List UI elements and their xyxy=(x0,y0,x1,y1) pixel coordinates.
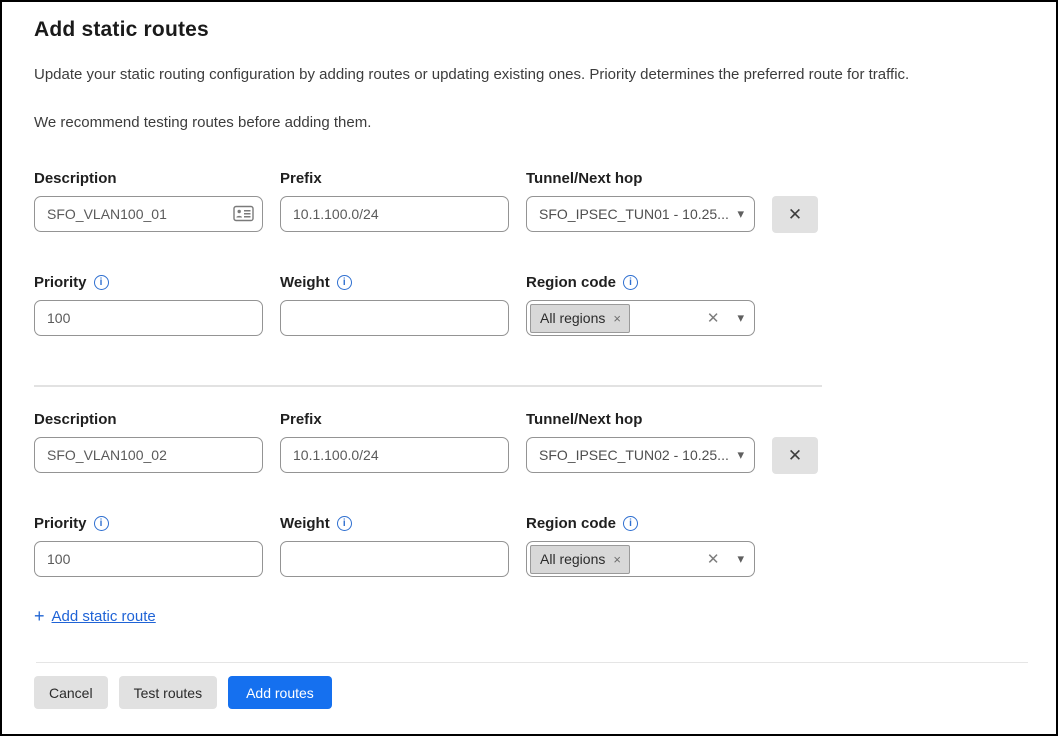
chevron-down-icon: ▾ xyxy=(737,551,744,567)
description-label: Description xyxy=(34,170,117,187)
region-label: Region code xyxy=(526,274,616,291)
remove-route-button[interactable]: ✕ xyxy=(772,437,818,474)
region-label: Region code xyxy=(526,515,616,532)
contact-card-icon xyxy=(233,205,254,222)
intro-text: Update your static routing configuration… xyxy=(34,66,1024,83)
description-input[interactable] xyxy=(34,196,263,232)
clear-selection-icon[interactable]: ✕ xyxy=(707,309,720,327)
description-field-1: Description xyxy=(34,169,263,232)
route-block-1: Description Prefix xyxy=(34,169,1024,336)
priority-input[interactable] xyxy=(34,541,263,577)
page-title: Add static routes xyxy=(34,18,1024,42)
weight-label: Weight xyxy=(280,515,330,532)
region-tag-label: All regions xyxy=(540,310,605,326)
priority-label: Priority xyxy=(34,274,87,291)
plus-icon: + xyxy=(34,607,45,625)
remove-tag-icon[interactable]: × xyxy=(613,552,621,567)
route-block-2: Description Prefix Tunnel/Next hop SFO_I… xyxy=(34,410,1024,577)
tunnel-label: Tunnel/Next hop xyxy=(526,411,642,428)
prefix-input[interactable] xyxy=(280,437,509,473)
tunnel-field-2: Tunnel/Next hop SFO_IPSEC_TUN02 - 10.25.… xyxy=(526,410,755,473)
region-multiselect[interactable]: All regions × ✕ ▾ xyxy=(526,300,755,336)
tunnel-select[interactable]: SFO_IPSEC_TUN02 - 10.25... ▾ xyxy=(526,437,755,473)
chevron-down-icon: ▾ xyxy=(737,447,744,463)
tunnel-label: Tunnel/Next hop xyxy=(526,170,642,187)
prefix-label: Prefix xyxy=(280,170,322,187)
priority-label: Priority xyxy=(34,515,87,532)
info-icon[interactable]: i xyxy=(337,275,352,290)
region-tag-label: All regions xyxy=(540,551,605,567)
region-tag: All regions × xyxy=(530,304,630,333)
footer-divider xyxy=(36,662,1028,663)
prefix-field-1: Prefix xyxy=(280,169,509,232)
priority-field-1: Priority i xyxy=(34,273,263,336)
weight-label: Weight xyxy=(280,274,330,291)
add-static-route-link[interactable]: + Add static route xyxy=(34,607,156,625)
recommendation-text: We recommend testing routes before addin… xyxy=(34,114,1024,131)
info-icon[interactable]: i xyxy=(623,516,638,531)
prefix-field-2: Prefix xyxy=(280,410,509,473)
region-tag: All regions × xyxy=(530,545,630,574)
prefix-input[interactable] xyxy=(280,196,509,232)
info-icon[interactable]: i xyxy=(94,516,109,531)
weight-input[interactable] xyxy=(280,300,509,336)
region-field-2: Region code i All regions × ✕ ▾ xyxy=(526,514,755,577)
chevron-down-icon: ▾ xyxy=(737,310,744,326)
weight-field-1: Weight i xyxy=(280,273,509,336)
info-icon[interactable]: i xyxy=(623,275,638,290)
region-field-1: Region code i All regions × ✕ ▾ xyxy=(526,273,755,336)
info-icon[interactable]: i xyxy=(337,516,352,531)
chevron-down-icon: ▾ xyxy=(737,206,744,222)
add-routes-button[interactable]: Add routes xyxy=(228,676,332,709)
route-divider xyxy=(34,385,822,387)
priority-field-2: Priority i xyxy=(34,514,263,577)
tunnel-field-1: Tunnel/Next hop SFO_IPSEC_TUN01 - 10.25.… xyxy=(526,169,755,232)
close-icon: ✕ xyxy=(788,446,802,466)
weight-field-2: Weight i xyxy=(280,514,509,577)
add-static-route-label: Add static route xyxy=(52,608,156,625)
cancel-button[interactable]: Cancel xyxy=(34,676,108,709)
region-multiselect[interactable]: All regions × ✕ ▾ xyxy=(526,541,755,577)
add-static-routes-dialog: Add static routes Update your static rou… xyxy=(2,2,1056,709)
info-icon[interactable]: i xyxy=(94,275,109,290)
description-field-2: Description xyxy=(34,410,263,473)
description-label: Description xyxy=(34,411,117,428)
priority-input[interactable] xyxy=(34,300,263,336)
clear-selection-icon[interactable]: ✕ xyxy=(707,550,720,568)
close-icon: ✕ xyxy=(788,205,802,225)
dialog-footer: Cancel Test routes Add routes xyxy=(34,662,1024,709)
test-routes-button[interactable]: Test routes xyxy=(119,676,217,709)
weight-input[interactable] xyxy=(280,541,509,577)
tunnel-select[interactable]: SFO_IPSEC_TUN01 - 10.25... ▾ xyxy=(526,196,755,232)
prefix-label: Prefix xyxy=(280,411,322,428)
tunnel-selected-value: SFO_IPSEC_TUN02 - 10.25... xyxy=(539,447,731,463)
remove-route-button[interactable]: ✕ xyxy=(772,196,818,233)
remove-tag-icon[interactable]: × xyxy=(613,311,621,326)
tunnel-selected-value: SFO_IPSEC_TUN01 - 10.25... xyxy=(539,206,731,222)
description-input[interactable] xyxy=(34,437,263,473)
